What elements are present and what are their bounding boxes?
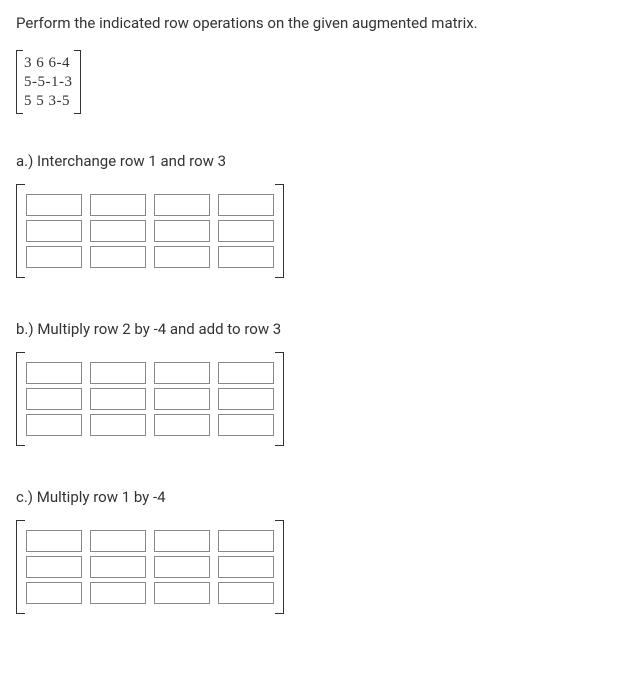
matrix-cell-input[interactable]: [218, 362, 274, 384]
answer-row: [26, 220, 274, 242]
given-matrix-row: 5-5-1-3: [24, 73, 73, 92]
answer-matrix-b: [16, 352, 284, 446]
answer-row: [26, 556, 274, 578]
matrix-cell-input[interactable]: [26, 220, 82, 242]
part-label: a.) Interchange row 1 and row 3: [16, 152, 617, 170]
given-matrix-row: 5 5 3-5: [24, 92, 73, 111]
matrix-cell-input[interactable]: [90, 582, 146, 604]
matrix-cell-input[interactable]: [90, 362, 146, 384]
matrix-cell-input[interactable]: [154, 362, 210, 384]
answer-row: [26, 388, 274, 410]
matrix-cell-input[interactable]: [90, 246, 146, 268]
matrix-cell-input[interactable]: [154, 530, 210, 552]
part-b: b.) Multiply row 2 by -4 and add to row …: [16, 320, 617, 476]
matrix-cell-input[interactable]: [218, 220, 274, 242]
matrix-cell-input[interactable]: [218, 246, 274, 268]
answer-row: [26, 530, 274, 552]
given-matrix: 3 6 6-4 5-5-1-3 5 5 3-5: [16, 50, 81, 114]
matrix-cell-input[interactable]: [154, 220, 210, 242]
instruction-text: Perform the indicated row operations on …: [16, 14, 617, 32]
matrix-cell-input[interactable]: [90, 556, 146, 578]
matrix-cell-input[interactable]: [90, 194, 146, 216]
matrix-cell-input[interactable]: [90, 530, 146, 552]
answer-row: [26, 246, 274, 268]
matrix-cell-input[interactable]: [90, 414, 146, 436]
matrix-cell-input[interactable]: [154, 194, 210, 216]
matrix-cell-input[interactable]: [26, 556, 82, 578]
given-matrix-row: 3 6 6-4: [24, 54, 73, 73]
matrix-cell-input[interactable]: [154, 414, 210, 436]
matrix-cell-input[interactable]: [26, 362, 82, 384]
matrix-cell-input[interactable]: [218, 194, 274, 216]
matrix-cell-input[interactable]: [218, 530, 274, 552]
matrix-cell-input[interactable]: [218, 556, 274, 578]
matrix-cell-input[interactable]: [218, 388, 274, 410]
matrix-cell-input[interactable]: [90, 388, 146, 410]
matrix-cell-input[interactable]: [154, 388, 210, 410]
part-c: c.) Multiply row 1 by -4: [16, 488, 617, 644]
matrix-cell-input[interactable]: [26, 414, 82, 436]
part-label: b.) Multiply row 2 by -4 and add to row …: [16, 320, 617, 338]
matrix-cell-input[interactable]: [26, 530, 82, 552]
matrix-cell-input[interactable]: [154, 556, 210, 578]
matrix-cell-input[interactable]: [26, 246, 82, 268]
matrix-cell-input[interactable]: [26, 582, 82, 604]
answer-row: [26, 582, 274, 604]
answer-row: [26, 362, 274, 384]
matrix-cell-input[interactable]: [218, 582, 274, 604]
matrix-cell-input[interactable]: [26, 194, 82, 216]
answer-row: [26, 194, 274, 216]
matrix-cell-input[interactable]: [90, 220, 146, 242]
matrix-cell-input[interactable]: [26, 388, 82, 410]
answer-matrix-a: [16, 184, 284, 278]
answer-matrix-c: [16, 520, 284, 614]
matrix-cell-input[interactable]: [218, 414, 274, 436]
matrix-cell-input[interactable]: [154, 246, 210, 268]
answer-row: [26, 414, 274, 436]
part-a: a.) Interchange row 1 and row 3: [16, 152, 617, 308]
matrix-cell-input[interactable]: [154, 582, 210, 604]
part-label: c.) Multiply row 1 by -4: [16, 488, 617, 506]
